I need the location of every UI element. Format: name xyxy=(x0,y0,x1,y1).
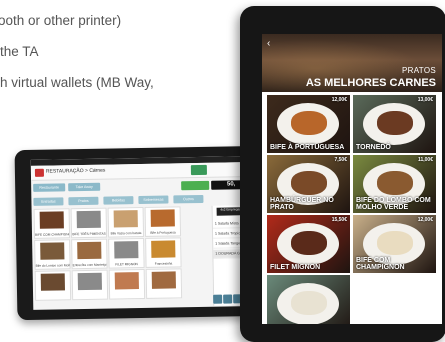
section-label: PRATOS xyxy=(402,66,436,75)
product-tile[interactable]: Bife Vazia com batata xyxy=(107,206,145,238)
product-grid: BIFE COM CHAMPIGNON BIFE TRÊS PIMENTAS Bif… xyxy=(33,206,210,301)
tab-take-away[interactable]: Take Away xyxy=(68,182,101,192)
dish-name: BIFE COM CHAMPIGNON xyxy=(356,257,405,271)
product-image xyxy=(150,209,175,227)
product-image xyxy=(77,272,102,291)
dish-name: TORNEDÓ xyxy=(356,144,391,151)
product-label: BIFE TRÊS PIMENTAS xyxy=(72,231,106,237)
product-image xyxy=(114,241,139,259)
product-tile[interactable]: Bife do Lombo com Molho Verde xyxy=(34,239,71,270)
dish-name: BIFE À PORTUGUESA xyxy=(270,144,345,151)
product-tile[interactable]: BIFE TRÊS PIMENTAS xyxy=(70,207,108,239)
feature-line-2: the TA xyxy=(0,44,39,59)
dish-card[interactable]: 7,50€ HAMBÚRGUER NO PRATO xyxy=(266,154,351,214)
chevron-left-icon[interactable]: ‹ xyxy=(267,38,270,49)
food-shape xyxy=(377,171,413,195)
product-tile[interactable]: BIFE COM CHAMPIGNON xyxy=(33,208,71,239)
dish-name: HAMBÚRGUER NO PRATO xyxy=(270,197,334,211)
page-title: AS MELHORES CARNES xyxy=(305,77,436,89)
product-tile[interactable]: FILET MIGNON xyxy=(108,237,145,269)
category-item[interactable]: Pratos xyxy=(68,196,99,206)
service-tabs: Restaurante Take Away xyxy=(33,181,173,192)
product-tile[interactable]: Bife à Portuguesa xyxy=(144,206,182,237)
pos-tablet: 4:37 RESTAURAÇÃO > Carnes ⌕ Restaurante … xyxy=(14,145,270,321)
product-tile[interactable] xyxy=(34,270,72,301)
product-label: FILET MIGNON xyxy=(115,262,138,267)
feature-line-3: h virtual wallets (MB Way, xyxy=(0,75,154,90)
dish-price: 7,50€ xyxy=(334,157,347,163)
product-image xyxy=(40,242,65,260)
pos-toolbar: RESTAURAÇÃO > Carnes ⌕ xyxy=(30,162,254,181)
dish-price: 15,50€ xyxy=(331,217,347,223)
food-shape xyxy=(377,231,413,255)
product-tile[interactable] xyxy=(145,268,183,299)
category-item[interactable]: Sobremesas xyxy=(138,195,169,205)
dish-card[interactable]: 12,00€ BIFE COM CHAMPIGNON xyxy=(352,214,437,274)
product-label: Francesinha xyxy=(154,261,173,266)
category-bar: Entradas Pratos Bebidas Sobremesas Outro… xyxy=(33,194,209,206)
product-label xyxy=(36,298,70,299)
food-shape xyxy=(377,111,413,135)
product-tile[interactable] xyxy=(108,268,146,300)
dish-card[interactable]: 12,00€ BIFE À PORTUGUESA xyxy=(266,94,351,154)
dish-card[interactable]: 13,00€ TORNEDÓ xyxy=(352,94,437,154)
menu-screen: ‹ PRATOS AS MELHORES CARNES 12,00€ BIFE À… xyxy=(262,34,442,324)
food-shape xyxy=(291,111,327,135)
dish-name: FILET MIGNON xyxy=(270,264,321,271)
category-item[interactable]: Bebidas xyxy=(103,196,134,205)
tab-restaurante[interactable]: Restaurante xyxy=(33,183,66,192)
product-image xyxy=(151,240,176,258)
search-icon[interactable]: ⌕ xyxy=(93,167,97,175)
cart-button[interactable] xyxy=(190,164,207,176)
product-label: Bife à Portuguesa xyxy=(150,230,176,235)
food-shape xyxy=(291,231,327,255)
keypad-button[interactable] xyxy=(223,294,233,304)
product-tile[interactable]: Francesinha xyxy=(145,237,182,268)
category-item[interactable]: Outros xyxy=(173,194,204,204)
dish-card[interactable]: 11,00€ BIFE DO LOMBO COM MOLHO VERDE xyxy=(352,154,437,214)
product-label: Bife do Lombo com Molho Verde xyxy=(35,263,70,268)
dish-card[interactable]: 15,50€ FILET MIGNON xyxy=(266,214,351,274)
pos-screen: 4:37 RESTAURAÇÃO > Carnes ⌕ Restaurante … xyxy=(30,156,256,310)
product-tile[interactable]: Entrecôte com Manteiga xyxy=(71,238,108,270)
dish-price: 13,00€ xyxy=(417,97,433,103)
product-image xyxy=(39,211,64,229)
app-logo xyxy=(34,168,45,177)
dish-price: 12,00€ xyxy=(331,97,347,103)
menu-header: ‹ PRATOS AS MELHORES CARNES xyxy=(262,34,442,92)
dish-price: 12,00€ xyxy=(417,217,433,223)
product-label xyxy=(73,298,107,299)
product-tile[interactable] xyxy=(71,269,109,301)
product-image xyxy=(40,273,65,291)
product-image xyxy=(113,210,138,228)
product-label: BIFE COM CHAMPIGNON xyxy=(34,232,70,237)
product-label xyxy=(110,297,144,298)
action-button-green[interactable] xyxy=(181,180,210,191)
product-label: Entrecôte com Manteiga xyxy=(72,262,107,268)
product-image xyxy=(77,241,102,260)
category-item[interactable]: Entradas xyxy=(33,197,64,206)
food-shape xyxy=(291,171,327,195)
product-label: Bife Vazia com batata xyxy=(110,231,142,236)
keypad-button[interactable] xyxy=(213,294,223,304)
product-image xyxy=(114,272,139,290)
dish-card[interactable] xyxy=(266,274,351,324)
feature-line-1: ooth or other printer) xyxy=(0,13,122,28)
dish-name: BIFE DO LOMBO COM MOLHO VERDE xyxy=(356,197,431,211)
food-shape xyxy=(291,291,327,315)
dish-price: 11,00€ xyxy=(417,157,433,163)
product-image xyxy=(151,271,176,289)
product-label xyxy=(147,296,181,297)
menu-tablet: ‹ PRATOS AS MELHORES CARNES 12,00€ BIFE À… xyxy=(240,6,445,342)
product-image xyxy=(76,210,101,229)
